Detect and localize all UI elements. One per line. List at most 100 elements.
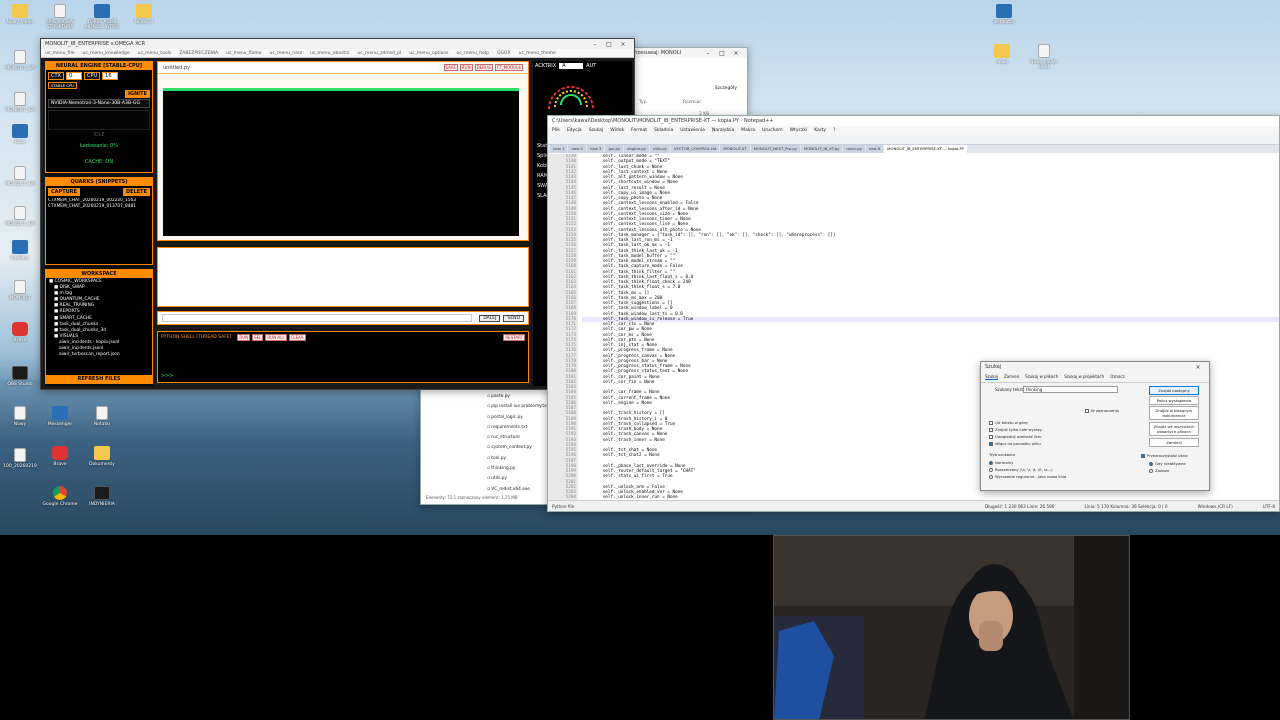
file-row[interactable]: ▫ paste.py — [487, 392, 548, 402]
desktop-icon[interactable]: MONOLIT — [0, 280, 40, 301]
file-tab[interactable]: gui.py — [605, 145, 624, 153]
desktop-icon[interactable]: Messenger — [40, 406, 80, 427]
shell-button[interactable]: RUN ALL — [265, 334, 287, 341]
file-tab[interactable]: MONOLIT_IB_XT.py — [800, 145, 843, 153]
minimize-icon[interactable]: – — [588, 41, 602, 48]
search-mode-radio[interactable]: Wyrażenie regularne . jako nowa linia — [989, 474, 1066, 479]
file-tab[interactable]: new 3 — [586, 145, 605, 153]
file-tab[interactable]: MONOLIT_NEXT_Pro.py — [750, 145, 800, 153]
shell-button[interactable]: RUN — [237, 334, 251, 341]
find-dialog[interactable]: Szukaj × Szukaj Zamień Szukaj w plikach Szu… — [980, 361, 1210, 491]
notepad-titlebar[interactable]: C:\Users\kawal\Desktop\MONOLIT\MONOLIT_I… — [548, 116, 1279, 126]
cpu-input[interactable]: 16 — [102, 72, 119, 80]
desktop-icon[interactable]: instalator — [984, 4, 1024, 25]
file-row[interactable]: ▫ ruc_structure — [487, 433, 548, 443]
explorer-col-size[interactable]: Rozmiar — [683, 100, 701, 105]
menu-item[interactable]: Format — [631, 128, 647, 133]
menu-item[interactable]: ZABEZPIECZENIA — [179, 51, 218, 56]
desktop-icon[interactable]: OBS Studio — [0, 366, 40, 387]
file-tab[interactable]: MONOLIT.XT — [720, 145, 750, 153]
desktop-icon[interactable]: MONOLIT_EN — [0, 206, 40, 227]
file-row[interactable]: ▫ pip install lux problemy.txt — [487, 402, 548, 412]
find-tab[interactable]: Oznacz — [1110, 374, 1125, 380]
desktop-icon[interactable]: INDYNIERIA — [82, 486, 122, 507]
prompt-input[interactable] — [162, 314, 473, 322]
file-row[interactable]: ▫ portal_logic.py — [487, 413, 548, 423]
menu-item[interactable]: Uruchom — [762, 128, 782, 133]
find-next-button[interactable]: Znajdź następny — [1149, 386, 1199, 395]
find-option-check[interactable]: Uwzględnij wielkość liter — [989, 434, 1042, 439]
transparency-check[interactable]: Przezroczystość okna — [1141, 453, 1188, 458]
desktop-icon[interactable]: NOWE 4 — [124, 4, 164, 25]
desktop-icon[interactable]: Google Chrome — [40, 486, 80, 507]
find-tab[interactable]: Zamień — [1004, 374, 1019, 380]
shell-restart-button[interactable]: RESTART — [503, 334, 525, 341]
file-row[interactable]: ▫ tool.py — [487, 454, 548, 464]
file-tab[interactable]: new 1 — [550, 145, 568, 153]
model-select[interactable]: NVIDIA-Nemotron-3-Nano-30B-A3B-GG — [48, 99, 150, 108]
menu-item[interactable]: uc_menu_flame — [226, 51, 261, 56]
desktop-icon[interactable]: MONOLIT_EN — [0, 50, 40, 71]
editor-save-button[interactable]: SAVE — [443, 64, 458, 71]
desktop-icon[interactable]: Nowy folder — [0, 4, 40, 25]
search-mode-radio[interactable]: Rozszerzony (\n, \r, \t, \0, \x...) — [989, 467, 1053, 472]
ignite-button[interactable]: IGNITE — [125, 90, 150, 98]
send-button[interactable]: SEND — [503, 314, 524, 322]
editor-run-button[interactable]: RUN — [459, 64, 473, 71]
find-titlebar[interactable]: Szukaj × — [981, 362, 1209, 372]
menu-item[interactable]: uc_menu_tools — [138, 51, 172, 56]
desktop-icon[interactable]: SPIS ARCHIV STRUKTURA — [40, 4, 80, 30]
menu-item[interactable]: uc_menu_knowledge — [83, 51, 130, 56]
file-row[interactable]: ▫ utils.py — [487, 474, 548, 484]
file-tab[interactable]: VECTOR_CONTROL.txt — [670, 145, 720, 153]
editor-tab[interactable]: untitled.py — [163, 65, 190, 71]
menu-item[interactable]: uc_menu_help — [457, 51, 489, 56]
close-icon[interactable]: × — [1191, 364, 1205, 371]
menu-item[interactable]: Ustawienia — [680, 128, 705, 133]
transparency-always-radio[interactable]: Zawsze — [1149, 468, 1169, 473]
menu-item[interactable]: ? — [833, 128, 835, 133]
file-tab[interactable]: engine.py — [624, 145, 650, 153]
count-button[interactable]: Policz wystąpienia — [1149, 396, 1199, 405]
menu-item[interactable]: Plik — [552, 128, 560, 133]
find-option-check[interactable]: Znajdź tylko całe wyrazy — [989, 427, 1042, 432]
find-tab[interactable]: Szukaj — [985, 374, 998, 380]
file-row[interactable]: ▫ system_context.py — [487, 443, 548, 453]
maximize-icon[interactable]: □ — [602, 41, 616, 48]
find-option-check[interactable]: Od tekstu w górę — [989, 420, 1028, 425]
desktop-icon[interactable]: Brave — [0, 322, 40, 343]
desktop-icon[interactable]: nowe — [982, 44, 1022, 65]
dalej-button[interactable]: DALEJ — [479, 314, 501, 322]
menu-item[interactable]: Narzędzia — [712, 128, 734, 133]
find-tab[interactable]: Szukaj w plikach — [1025, 374, 1058, 380]
close-icon[interactable]: × — [729, 50, 743, 57]
editor-ft_module-button[interactable]: FT_MODULE — [494, 64, 523, 71]
search-mode-radio[interactable]: Normalny — [989, 460, 1013, 465]
file-tab[interactable]: utils.py — [650, 145, 670, 153]
notepad-toolbar[interactable] — [548, 135, 1279, 145]
desktop-icon[interactable]: TOP24 AGOR MONOL. INTRO — [82, 4, 122, 30]
acktrix-input[interactable]: A — [559, 63, 584, 69]
monolit-window[interactable]: MONOLIT_IB_ENTERPRISE v.OMEGA XCR – □ × … — [40, 38, 635, 390]
transparency-inactive-radio[interactable]: Gdy nieaktywne — [1149, 461, 1186, 466]
menu-item[interactable]: Wtyczki — [790, 128, 808, 133]
menu-item[interactable]: uc_menu_narz — [270, 51, 303, 56]
desktop-icon[interactable]: Dokumenty — [82, 446, 122, 467]
menu-item[interactable]: GGOR — [497, 51, 511, 56]
capture-button[interactable]: CAPTURE — [48, 188, 80, 196]
shell-button[interactable]: CLEAR — [288, 334, 306, 341]
menu-item[interactable]: uc_menu_zdmsd_pl — [357, 51, 401, 56]
find-in-current-button[interactable]: Znajdź w bieżącym dokumencie — [1149, 406, 1199, 420]
output-area[interactable] — [157, 247, 529, 307]
shell-button[interactable]: SEL — [252, 334, 264, 341]
delete-button[interactable]: DELETE — [123, 188, 150, 196]
minimize-icon[interactable]: – — [701, 50, 715, 57]
editor-debug-button[interactable]: DEBUG — [474, 64, 493, 71]
maximize-icon[interactable]: □ — [715, 50, 729, 57]
menu-item[interactable]: Widok — [610, 128, 624, 133]
file-row[interactable]: ▫ thinking.py — [487, 464, 548, 474]
tree-item[interactable]: aiwir_turboscan_report.json — [49, 352, 149, 358]
menu-item[interactable]: Karty — [814, 128, 826, 133]
menu-item[interactable]: uc_menu_options — [409, 51, 448, 56]
find-option-check[interactable]: Włącz na początku pliku — [989, 441, 1041, 446]
